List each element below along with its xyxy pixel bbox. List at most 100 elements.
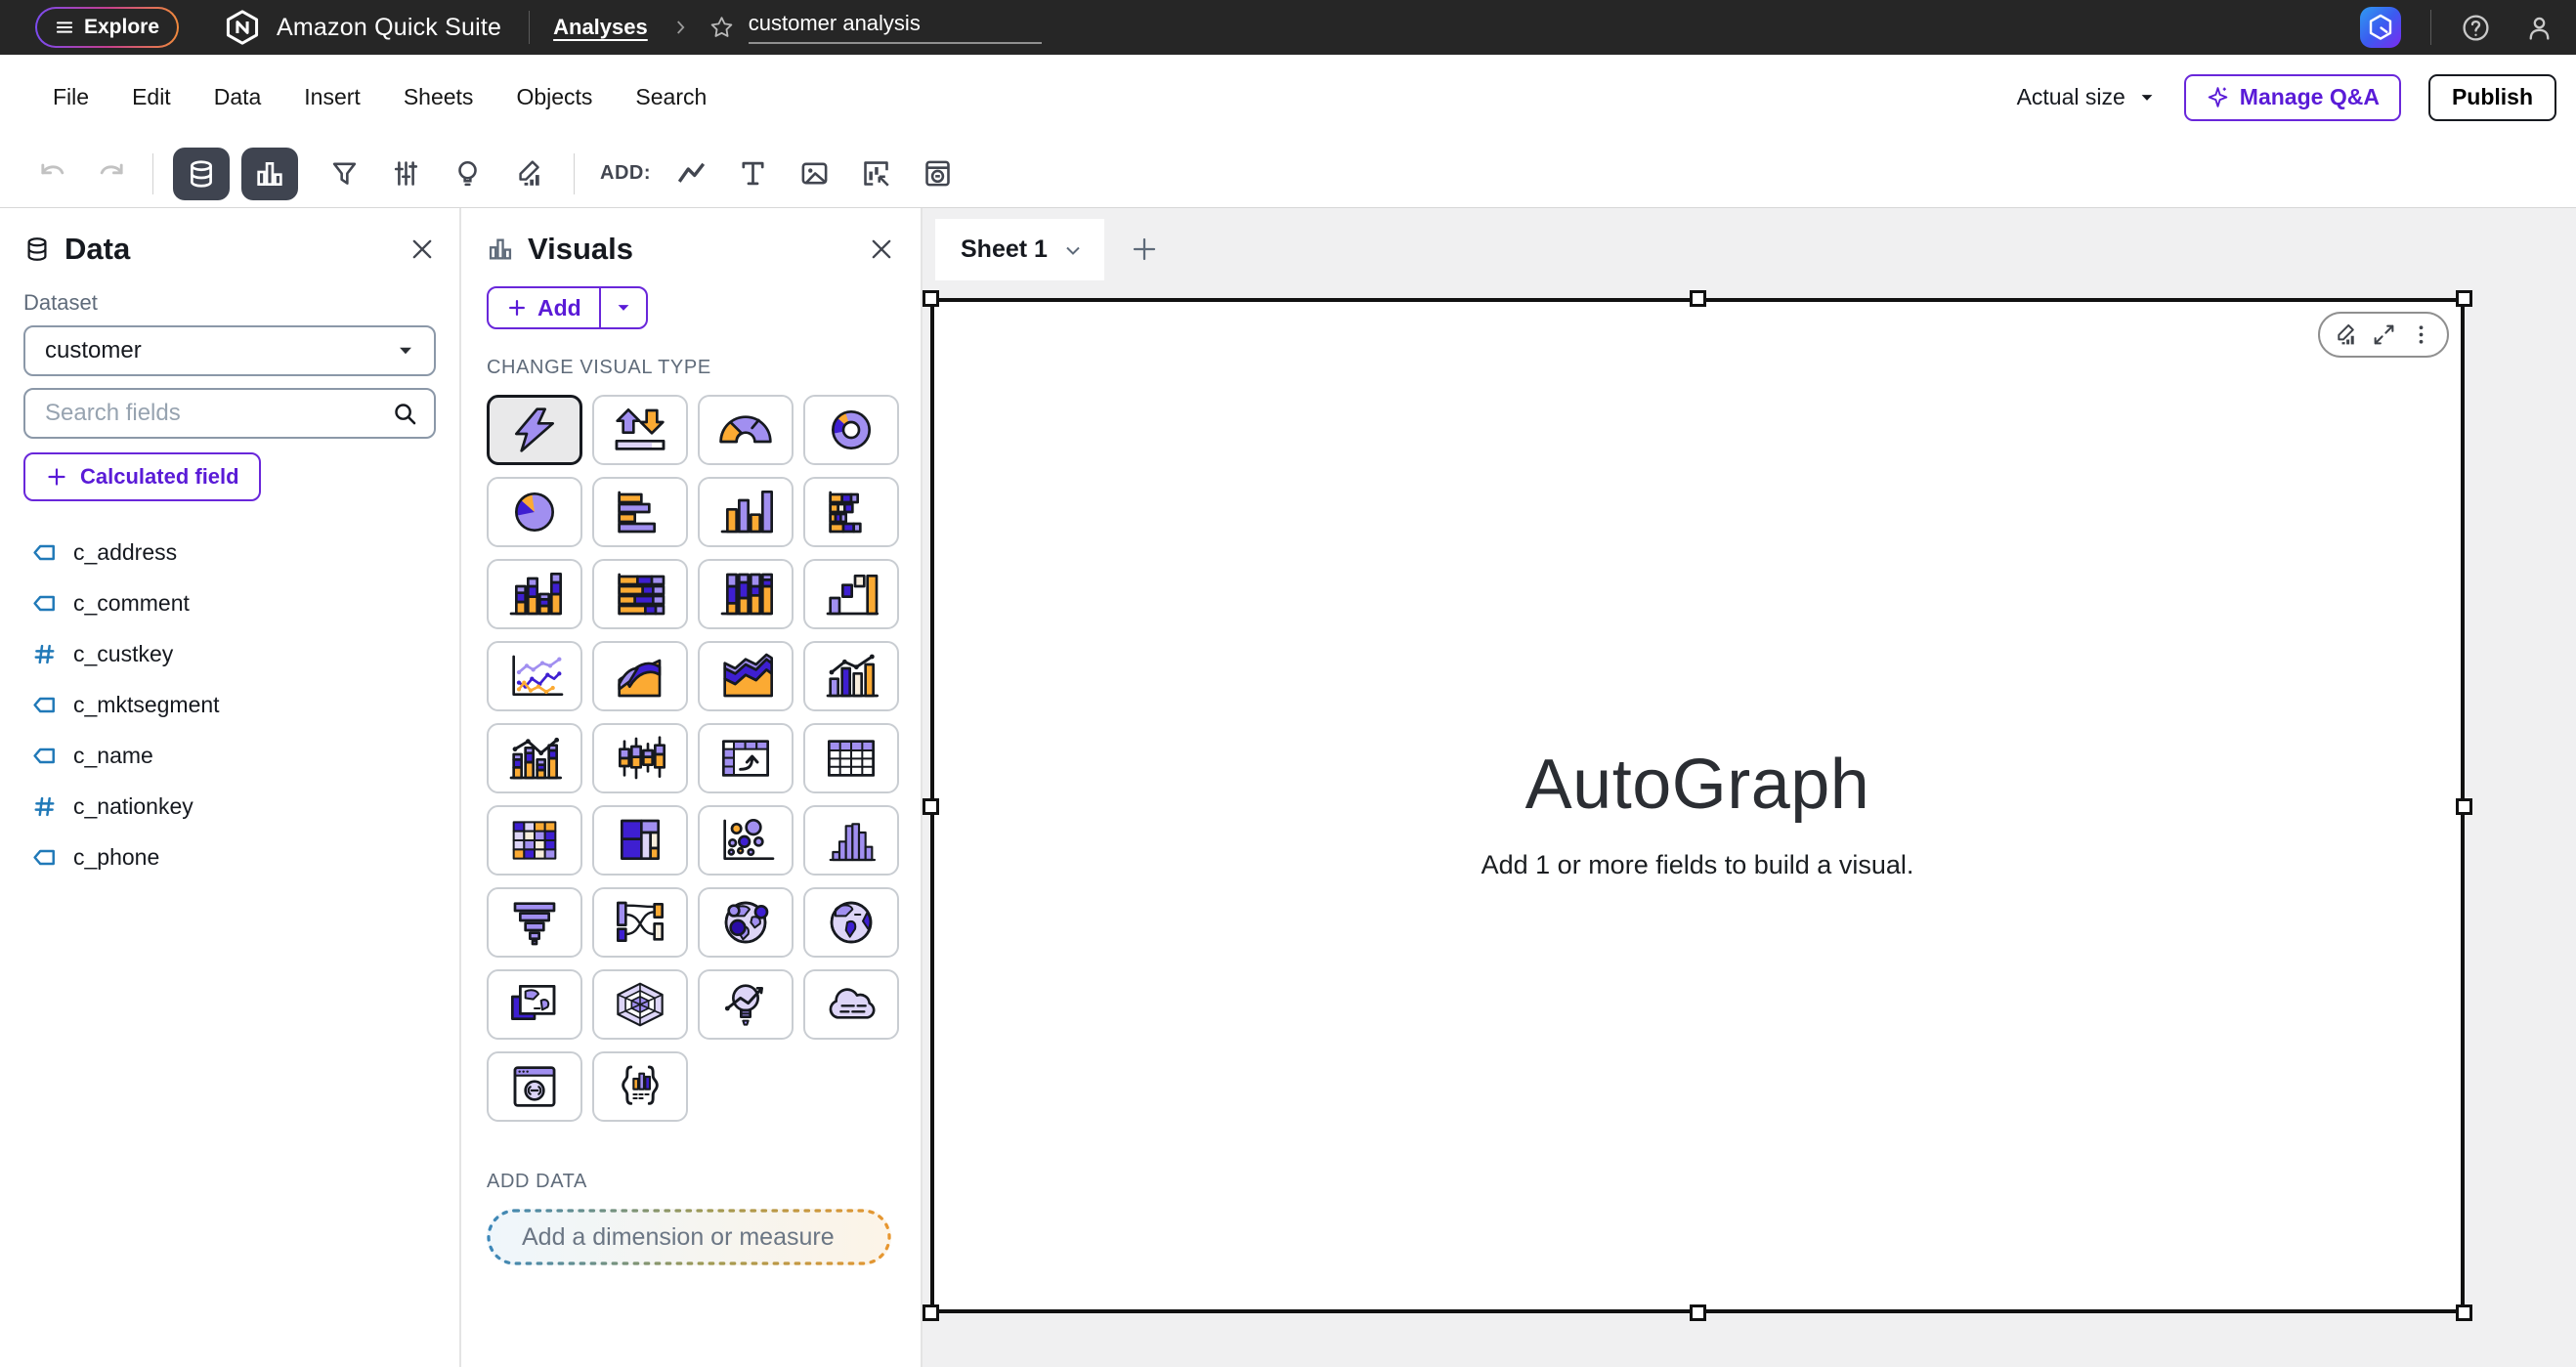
- visual-type-table-icon[interactable]: [803, 723, 899, 793]
- zoom-level-value: Actual size: [2017, 84, 2125, 110]
- visual-type-treemap-icon[interactable]: [592, 805, 688, 876]
- menu-objects[interactable]: Objects: [494, 72, 614, 122]
- visual-type-custom-content-icon[interactable]: [487, 1051, 582, 1122]
- visual-type-radar-icon[interactable]: [592, 969, 688, 1040]
- field-label: c_phone: [73, 844, 159, 871]
- add-trend-line-icon[interactable]: [676, 158, 707, 189]
- search-fields-input[interactable]: [31, 400, 392, 427]
- add-visual-label: Add: [537, 295, 581, 321]
- visual-type-combo-icon[interactable]: [803, 641, 899, 711]
- parameters-icon[interactable]: [391, 158, 421, 189]
- visual-type-scatter-icon[interactable]: [698, 805, 794, 876]
- visual-type-sankey-icon[interactable]: [592, 887, 688, 958]
- visual-type-bar-h-icon[interactable]: [592, 477, 688, 547]
- manage-qa-button[interactable]: Manage Q&A: [2184, 74, 2401, 121]
- add-visual-dropdown[interactable]: [601, 288, 646, 327]
- field-item-c_custkey[interactable]: c_custkey: [23, 628, 436, 679]
- visual-type-insights-icon[interactable]: [698, 969, 794, 1040]
- visual-type-stacked-bar-h-icon[interactable]: [803, 477, 899, 547]
- add-embed-icon[interactable]: [923, 158, 953, 189]
- user-icon[interactable]: [2524, 13, 2555, 43]
- analysis-title[interactable]: customer analysis: [749, 11, 1042, 44]
- topbar: Explore Amazon Quick Suite Analyses cust…: [0, 0, 2576, 55]
- visual-type-map-points-icon[interactable]: [698, 887, 794, 958]
- add-visual-icon[interactable]: [861, 158, 891, 189]
- close-icon[interactable]: [868, 235, 895, 263]
- number-field-icon: [31, 793, 58, 820]
- quick-suite-app-icon[interactable]: [2360, 7, 2401, 48]
- add-text-icon[interactable]: [738, 158, 768, 189]
- visual-type-map-layers-icon[interactable]: [487, 969, 582, 1040]
- visual-type-boxplot-icon[interactable]: [592, 723, 688, 793]
- search-icon[interactable]: [392, 401, 418, 427]
- sheet-tab[interactable]: Sheet 1: [935, 219, 1104, 280]
- selected-visual[interactable]: AutoGraph Add 1 or more fields to build …: [930, 298, 2465, 1313]
- field-item-c_address[interactable]: c_address: [23, 527, 436, 577]
- visual-type-heatmap-icon[interactable]: [487, 805, 582, 876]
- visual-type-stacked100-h-icon[interactable]: [592, 559, 688, 629]
- field-item-c_mktsegment[interactable]: c_mktsegment: [23, 679, 436, 730]
- string-field-icon: [31, 692, 58, 718]
- help-icon[interactable]: [2461, 13, 2491, 43]
- visual-type-kpi-icon[interactable]: [592, 395, 688, 465]
- add-visual-button[interactable]: Add: [489, 288, 601, 327]
- menu-search[interactable]: Search: [614, 72, 728, 122]
- field-label: c_name: [73, 743, 153, 769]
- toggle-data-panel-button[interactable]: [173, 148, 230, 200]
- undo-icon[interactable]: [37, 158, 67, 189]
- edit-visual-icon[interactable]: [514, 158, 544, 189]
- publish-button[interactable]: Publish: [2428, 74, 2556, 121]
- bar-chart-icon: [254, 158, 285, 190]
- visual-type-narrative-icon[interactable]: [592, 1051, 688, 1122]
- menu-data[interactable]: Data: [193, 72, 283, 122]
- redo-icon[interactable]: [97, 158, 127, 189]
- add-dimension-dropzone[interactable]: Add a dimension or measure: [487, 1209, 891, 1265]
- visual-type-bar-v-icon[interactable]: [698, 477, 794, 547]
- visual-type-autograph-icon[interactable]: [487, 395, 582, 465]
- visual-type-pie-icon[interactable]: [487, 477, 582, 547]
- chevron-down-icon[interactable]: [1061, 238, 1085, 262]
- dataset-select[interactable]: customer: [23, 325, 436, 376]
- visual-type-pivot-table-icon[interactable]: [698, 723, 794, 793]
- visual-type-gauge-icon[interactable]: [698, 395, 794, 465]
- visual-type-stacked100-v-icon[interactable]: [698, 559, 794, 629]
- app-title: Amazon Quick Suite: [277, 14, 501, 42]
- field-item-c_phone[interactable]: c_phone: [23, 832, 436, 882]
- field-item-c_comment[interactable]: c_comment: [23, 577, 436, 628]
- calculated-field-label: Calculated field: [80, 464, 239, 490]
- menu-sheets[interactable]: Sheets: [382, 72, 495, 122]
- visual-type-funnel-icon[interactable]: [487, 887, 582, 958]
- topbar-divider: [529, 11, 530, 44]
- visual-type-donut-icon[interactable]: [803, 395, 899, 465]
- visual-type-stacked-area-icon[interactable]: [698, 641, 794, 711]
- field-item-c_name[interactable]: c_name: [23, 730, 436, 781]
- visual-type-area-icon[interactable]: [592, 641, 688, 711]
- filter-icon[interactable]: [329, 158, 360, 189]
- insights-lightbulb-icon[interactable]: [452, 158, 483, 189]
- menu-file[interactable]: File: [31, 72, 110, 122]
- add-sheet-button[interactable]: [1130, 235, 1159, 264]
- breadcrumb-analyses[interactable]: Analyses: [553, 15, 648, 40]
- menu-insert[interactable]: Insert: [282, 72, 382, 122]
- explore-button[interactable]: Explore: [35, 7, 179, 48]
- toggle-visuals-panel-button[interactable]: [241, 148, 298, 200]
- visual-type-stacked-combo-icon[interactable]: [487, 723, 582, 793]
- field-item-c_nationkey[interactable]: c_nationkey: [23, 781, 436, 832]
- visual-type-wordcloud-icon[interactable]: [803, 969, 899, 1040]
- visual-type-line-icon[interactable]: [487, 641, 582, 711]
- visual-type-histogram-icon[interactable]: [803, 805, 899, 876]
- visual-type-map-filled-icon[interactable]: [803, 887, 899, 958]
- database-icon: [186, 158, 217, 190]
- change-visual-type-label: CHANGE VISUAL TYPE: [487, 357, 921, 379]
- add-image-icon[interactable]: [799, 158, 830, 189]
- visual-type-waterfall-icon[interactable]: [803, 559, 899, 629]
- field-label: c_mktsegment: [73, 692, 220, 718]
- field-label: c_nationkey: [73, 793, 193, 820]
- favorite-star-icon[interactable]: [708, 15, 735, 41]
- visual-type-stacked-bar-v-icon[interactable]: [487, 559, 582, 629]
- close-icon[interactable]: [408, 235, 436, 263]
- menu-edit[interactable]: Edit: [110, 72, 193, 122]
- calculated-field-button[interactable]: Calculated field: [23, 452, 261, 501]
- zoom-level-dropdown[interactable]: Actual size: [2017, 84, 2157, 110]
- visuals-panel-title: Visuals: [528, 232, 633, 267]
